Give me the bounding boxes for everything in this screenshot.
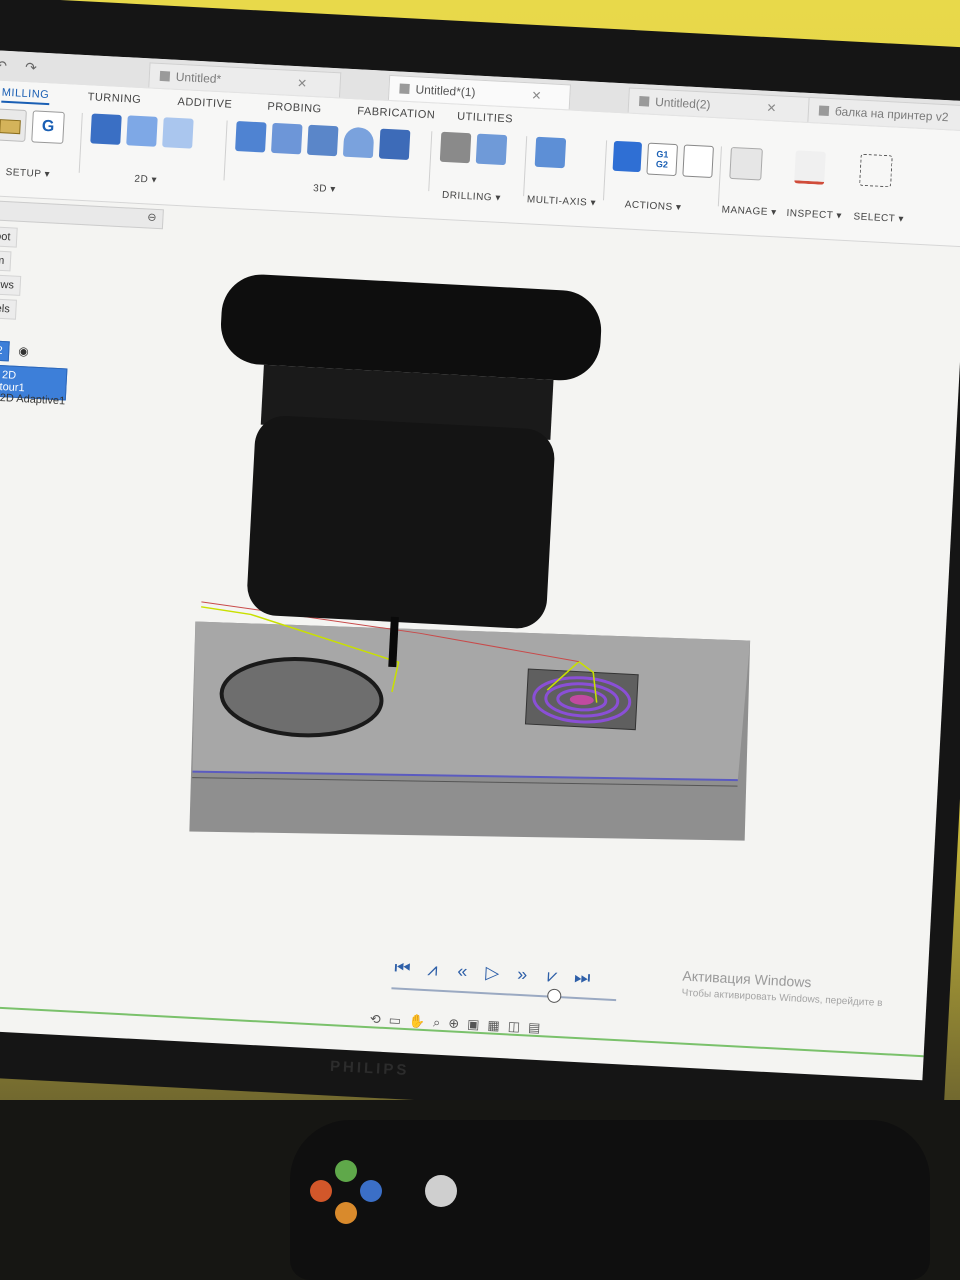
3d-group-label[interactable]: 3D ▾ [313,183,336,195]
doc-tab-label: балка на принтер v2 [834,104,949,125]
activate-setup-icon[interactable]: ◉ [18,344,29,359]
steep-shallow-icon[interactable] [306,124,339,157]
browser-panel: ⊖ Root mm Views odels tup2 ◉ [T1] 2D Con… [0,199,167,449]
browser-item-setup[interactable]: tup2 [0,339,11,362]
document-icon [399,83,410,95]
inspect-group: INSPECT ▾ [786,150,846,233]
adaptive-clearing-icon[interactable] [235,121,267,153]
scallop-icon[interactable] [342,126,375,159]
document-icon [818,105,830,116]
playback-controls: ⏮ ⩘ « ▷ » ⩗ ⏭ [392,952,623,994]
pocket-clearing-icon[interactable] [271,122,303,155]
drill-icon[interactable] [439,131,472,164]
gamepad-guide-button [425,1175,457,1207]
simulation-scene [189,274,751,841]
collapse-icon[interactable]: ⊖ [147,210,157,223]
post-process-icon[interactable]: G1 G2 [646,142,679,177]
select-window-icon[interactable] [859,153,893,188]
step-forward-icon[interactable]: » [512,963,533,985]
gamepad [290,1120,930,1280]
setup-sheet-icon[interactable] [682,144,714,178]
setup-group: G SETUP ▾ [0,108,75,192]
drilling-group-label[interactable]: DRILLING ▾ [442,190,501,204]
browser-item-views[interactable]: Views [0,273,22,296]
doc-tab-label: Untitled*(1) [415,82,476,100]
manage-group: MANAGE ▾ [721,146,781,230]
tab-fabrication[interactable]: FABRICATION [357,105,436,121]
2d-group: 2D ▾ [88,113,222,200]
2d-pocket-icon[interactable] [126,115,158,147]
zoom-icon[interactable]: ⌕ [433,1015,441,1031]
browser-item-models[interactable]: odels [0,297,18,320]
actions-group-label[interactable]: ACTIONS ▾ [624,199,681,213]
first-icon[interactable]: ⏮ [392,957,413,979]
actions-group: G1 G2 ACTIONS ▾ [610,140,714,226]
inspect-group-label[interactable]: INSPECT ▾ [786,208,842,222]
tab-utilities[interactable]: UTILITIES [457,111,513,126]
close-icon[interactable]: ✕ [766,101,777,116]
drilling-group: DRILLING ▾ [437,131,521,216]
setup-folder-icon[interactable] [0,108,27,142]
undo-icon[interactable]: ↶ [0,57,7,75]
select-group-label[interactable]: SELECT ▾ [853,211,904,225]
tab-milling[interactable]: MILLING [1,86,50,106]
simulate-icon[interactable] [612,140,643,173]
3d-group: 3D ▾ [232,121,426,211]
browser-item-units[interactable]: mm [0,249,12,272]
setup-group-label[interactable]: SETUP ▾ [5,167,50,180]
document-icon [159,70,171,82]
document-icon [638,96,650,107]
close-icon[interactable]: ✕ [297,76,308,91]
playback-slider-knob[interactable] [546,988,562,1004]
spindle-body [247,415,555,629]
g-code-icon[interactable]: G [31,110,65,144]
orbit-icon[interactable]: ⟲ [369,1011,381,1028]
doc-tab-label: Untitled(2) [654,94,711,112]
fit-icon[interactable]: ⊕ [448,1015,460,1032]
browser-item-root[interactable]: Root [0,225,18,248]
face-icon[interactable] [162,117,194,149]
gamepad-button-x [360,1180,382,1202]
activation-watermark-subtitle: Чтобы активировать Windows, перейдите в [681,987,883,1010]
gamepad-button-b [310,1180,332,1202]
measure-icon[interactable] [794,150,826,185]
gamepad-button-y [335,1160,357,1182]
contour-icon[interactable] [378,128,411,161]
screen: ↶ ↷ Untitled* ✕ Untitled*(1) ✕ Untitled(… [0,50,960,1081]
last-icon[interactable]: ⏭ [572,966,593,988]
2d-group-label[interactable]: 2D ▾ [134,174,157,186]
browser-header: ⊖ [0,199,164,230]
multiaxis-group: MULTI-AXIS ▾ [527,136,606,221]
tab-turning[interactable]: TURNING [87,91,141,106]
3d-viewport[interactable] [125,209,960,950]
step-back-icon[interactable]: « [452,960,473,982]
activation-watermark-title: Активация Windows [682,967,812,991]
prev-op-icon[interactable]: ⩘ [422,958,443,980]
gamepad-button-a [335,1202,357,1224]
next-op-icon[interactable]: ⩗ [542,965,563,987]
redo-icon[interactable]: ↷ [25,59,38,77]
manage-group-label[interactable]: MANAGE ▾ [721,205,777,219]
2d-adaptive-icon[interactable] [90,113,122,145]
multiaxis-group-label[interactable]: MULTI-AXIS ▾ [527,194,597,209]
bore-icon[interactable] [475,133,508,166]
doc-tab-label: Untitled* [175,69,222,87]
tab-probing[interactable]: PROBING [267,101,322,116]
tool-library-icon[interactable] [729,146,763,181]
close-icon[interactable]: ✕ [531,88,542,103]
multi-axis-icon[interactable] [534,136,567,169]
tab-additive[interactable]: ADDITIVE [177,96,232,111]
select-group: SELECT ▾ [853,153,911,237]
play-icon[interactable]: ▷ [482,962,503,984]
